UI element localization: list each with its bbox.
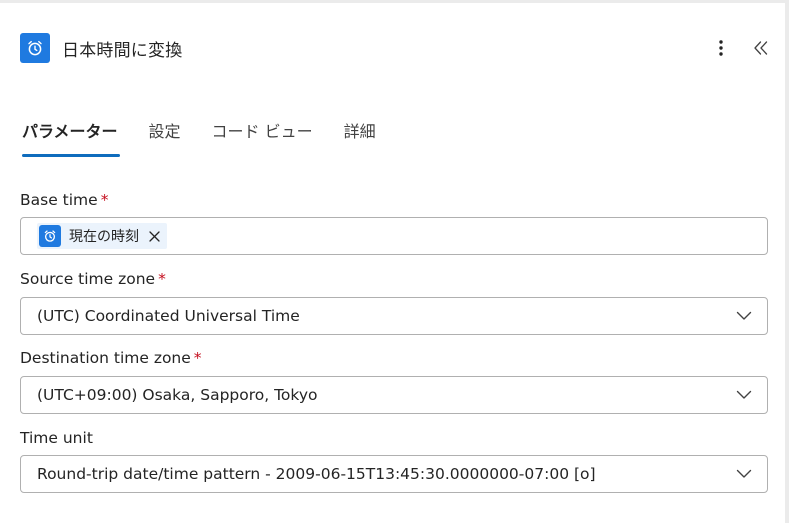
source-time-zone-label-text: Source time zone [20, 270, 156, 288]
current-time-token[interactable]: 現在の時刻 [37, 223, 167, 249]
more-options-button[interactable] [711, 32, 731, 64]
double-chevron-left-icon [754, 41, 768, 55]
base-time-input[interactable]: 現在の時刻 [20, 217, 768, 255]
close-icon[interactable] [147, 229, 161, 243]
required-mark: * [193, 349, 202, 367]
required-mark: * [100, 191, 109, 209]
panel-header: 日本時間に変換 [20, 32, 771, 64]
tab-details[interactable]: 詳細 [342, 116, 378, 160]
source-time-zone-dropdown[interactable]: (UTC) Coordinated Universal Time [20, 297, 768, 335]
token-label: 現在の時刻 [69, 229, 139, 245]
more-vertical-icon [719, 40, 723, 56]
tab-parameters[interactable]: パラメーター [20, 116, 120, 160]
alarm-clock-icon [39, 225, 61, 247]
base-time-label: Base time * [20, 191, 108, 209]
base-time-label-text: Base time [20, 191, 98, 209]
destination-time-zone-value: (UTC+09:00) Osaka, Sapporo, Tokyo [37, 386, 318, 404]
destination-time-zone-label: Destination time zone * [20, 349, 202, 367]
time-unit-label: Time unit [20, 429, 93, 447]
chevron-down-icon [735, 307, 753, 325]
time-unit-label-text: Time unit [20, 429, 93, 447]
time-unit-dropdown[interactable]: Round-trip date/time pattern - 2009-06-1… [20, 455, 768, 493]
panel-title: 日本時間に変換 [62, 40, 183, 61]
chevron-down-icon [735, 386, 753, 404]
action-details-panel: 日本時間に変換 パラメーター 設定 コード ビュー 詳細 Base time *… [0, 0, 789, 523]
chevron-down-icon [735, 465, 753, 483]
source-time-zone-value: (UTC) Coordinated Universal Time [37, 307, 300, 325]
source-time-zone-label: Source time zone * [20, 270, 166, 288]
tab-list: パラメーター 設定 コード ビュー 詳細 [20, 116, 405, 160]
required-mark: * [158, 270, 166, 288]
tab-code-view[interactable]: コード ビュー [210, 116, 315, 160]
destination-time-zone-dropdown[interactable]: (UTC+09:00) Osaka, Sapporo, Tokyo [20, 376, 768, 414]
tab-settings[interactable]: 設定 [147, 116, 183, 160]
destination-time-zone-label-text: Destination time zone [20, 349, 191, 367]
header-actions [711, 32, 771, 64]
collapse-panel-button[interactable] [751, 32, 771, 64]
time-unit-value: Round-trip date/time pattern - 2009-06-1… [37, 465, 596, 483]
alarm-clock-icon [20, 33, 50, 63]
